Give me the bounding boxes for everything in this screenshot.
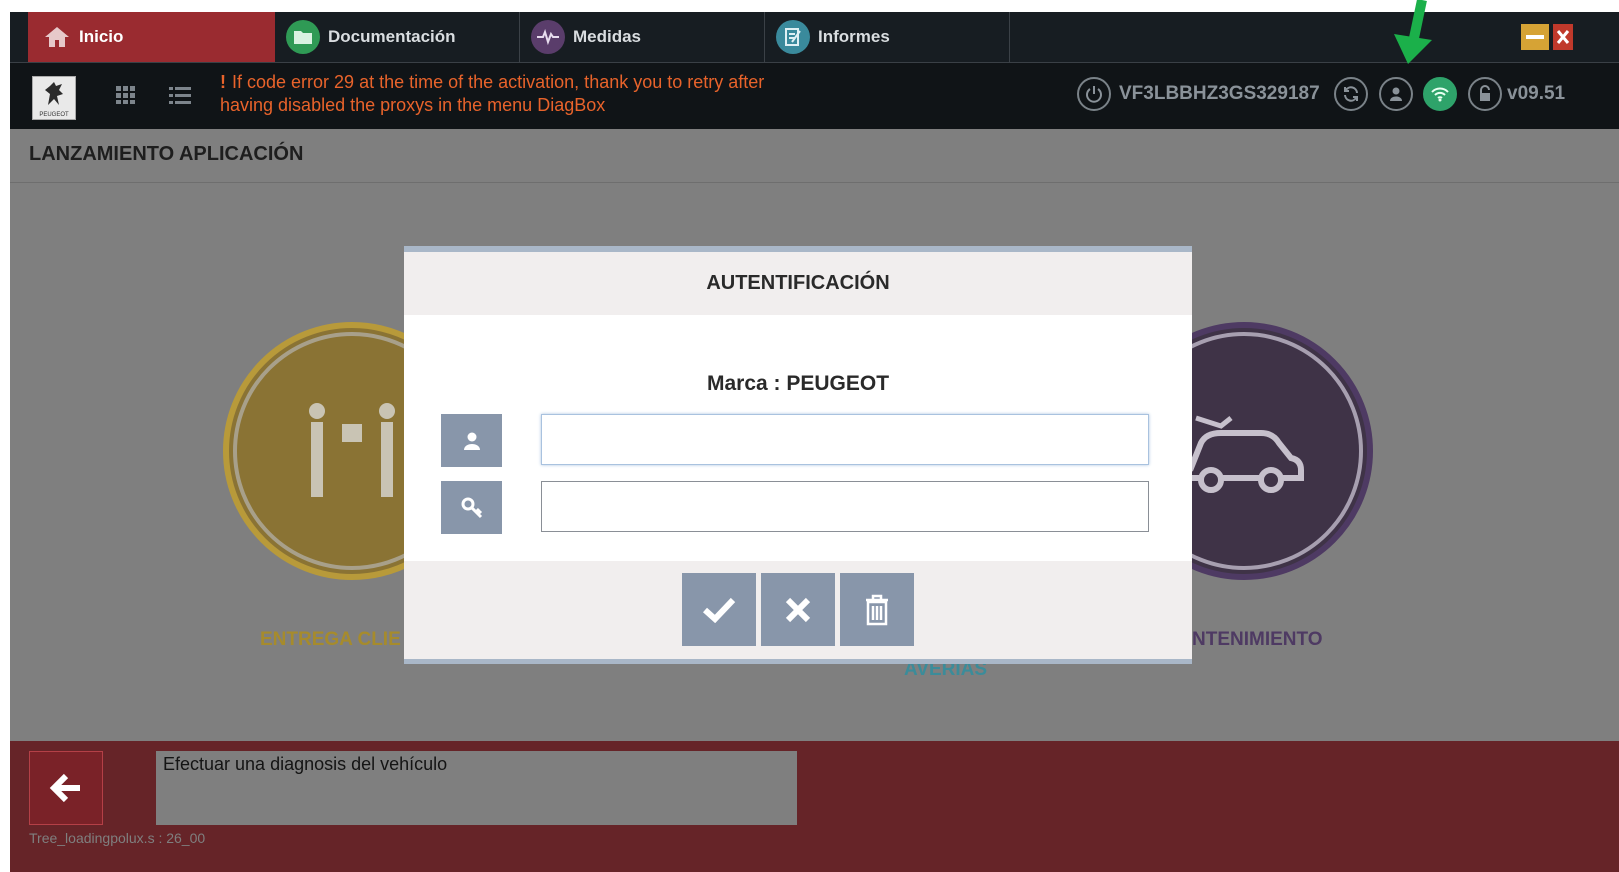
check-icon	[702, 597, 736, 623]
cancel-button[interactable]	[761, 573, 835, 646]
bottom-bar: Efectuar una diagnosis del vehículo Tree…	[10, 741, 1619, 872]
user-icon	[463, 432, 480, 450]
user-field-icon	[441, 414, 502, 467]
status-text: Tree_loadingpolux.s : 26_00	[29, 830, 206, 846]
arrow-left-icon	[49, 773, 80, 803]
back-button[interactable]	[29, 751, 103, 825]
clear-button[interactable]	[840, 573, 914, 646]
trash-icon	[866, 594, 888, 625]
username-field[interactable]	[541, 414, 1149, 465]
message-box: Efectuar una diagnosis del vehículo	[156, 751, 797, 825]
password-field-icon	[441, 481, 502, 534]
confirm-button[interactable]	[682, 573, 756, 646]
annotation-arrow-icon	[1394, 0, 1432, 64]
authentication-dialog: AUTENTIFICACIÓN Marca : PEUGEOT	[404, 246, 1192, 664]
key-icon	[461, 497, 482, 518]
dialog-footer	[404, 561, 1192, 659]
dialog-title: AUTENTIFICACIÓN	[404, 252, 1192, 315]
diagbox-window: Inicio Documentación Medidas Informes PE…	[10, 12, 1619, 872]
password-field[interactable]	[541, 481, 1149, 532]
brand-label: Marca : PEUGEOT	[706, 372, 890, 395]
close-icon	[785, 597, 811, 622]
